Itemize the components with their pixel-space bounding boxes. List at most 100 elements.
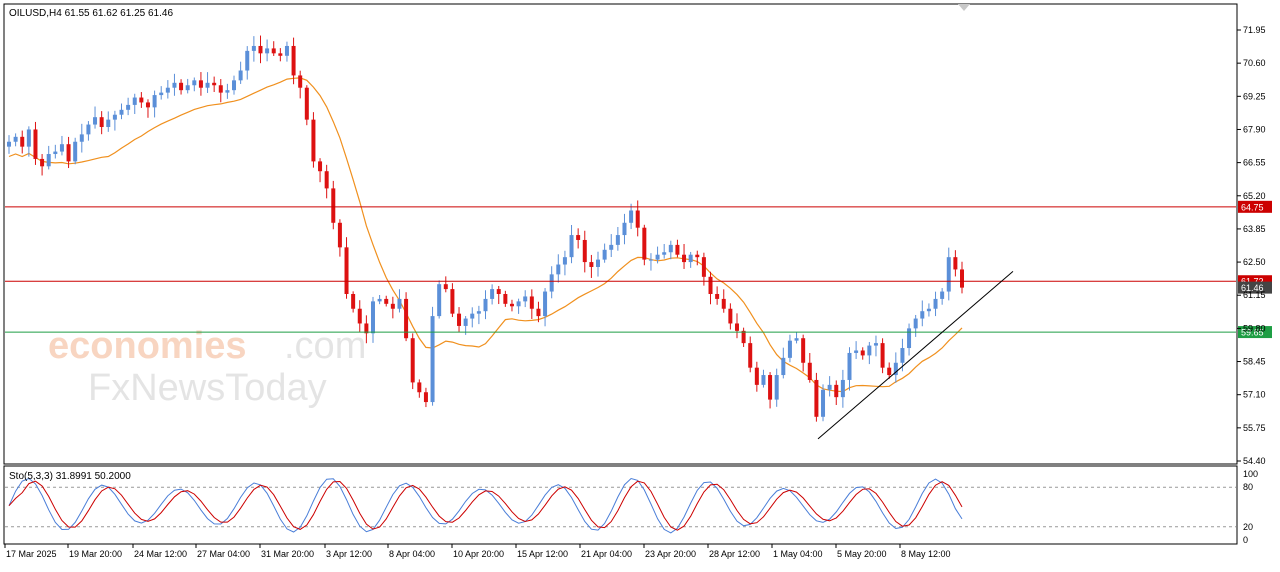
candle-body bbox=[549, 274, 554, 292]
candle-body bbox=[99, 117, 104, 128]
candle-body bbox=[79, 134, 84, 142]
candle-body bbox=[112, 114, 117, 120]
candle-body bbox=[139, 97, 144, 103]
y-tick-label: 62.50 bbox=[1243, 257, 1266, 267]
candle-body bbox=[741, 330, 746, 344]
candle-body bbox=[946, 257, 951, 292]
y-tick-label: 67.90 bbox=[1243, 124, 1266, 134]
candle-body bbox=[801, 338, 806, 363]
price-chart[interactable]: economies .com FxNewsToday 64.7561.7261.… bbox=[0, 0, 1280, 567]
candle-body bbox=[390, 303, 395, 309]
candle-body bbox=[562, 257, 567, 265]
candle-body bbox=[357, 308, 362, 324]
candle-body bbox=[556, 264, 561, 275]
candle-body bbox=[443, 284, 448, 290]
candle-body bbox=[179, 82, 184, 91]
svg-text:FxNewsToday: FxNewsToday bbox=[88, 367, 327, 409]
candle-body bbox=[589, 262, 594, 267]
candle-body bbox=[953, 257, 958, 270]
y-tick-label: 65.20 bbox=[1243, 191, 1266, 201]
symbol-header: OILUSD,H4 61.55 61.62 61.25 61.46 bbox=[9, 8, 173, 19]
candle-body bbox=[337, 222, 342, 248]
candle-body bbox=[529, 296, 534, 309]
candle-body bbox=[622, 222, 627, 236]
candle-body bbox=[483, 298, 488, 312]
x-tick-label: 19 Mar 20:00 bbox=[69, 549, 122, 559]
candle-body bbox=[682, 254, 687, 263]
candle-body bbox=[854, 350, 859, 353]
candle-body bbox=[834, 384, 839, 398]
candle-body bbox=[781, 357, 786, 376]
svg-text:economies: economies bbox=[48, 325, 247, 367]
candle-body bbox=[536, 308, 541, 317]
candle-body bbox=[93, 117, 98, 125]
stochastic-tick-label: 80 bbox=[1243, 482, 1253, 492]
candle-body bbox=[132, 97, 137, 105]
candle-body bbox=[490, 289, 495, 299]
candle-body bbox=[423, 392, 428, 403]
candle-body bbox=[688, 254, 693, 263]
candle-body bbox=[20, 136, 25, 147]
y-tick-label: 59.80 bbox=[1243, 323, 1266, 333]
candle-body bbox=[159, 92, 164, 96]
candle-body bbox=[265, 48, 270, 54]
candle-body bbox=[172, 82, 177, 88]
candle-body bbox=[668, 244, 673, 253]
candle-body bbox=[212, 82, 217, 86]
candle-body bbox=[867, 345, 872, 356]
candle-body bbox=[46, 154, 51, 167]
x-tick-label: 3 Apr 12:00 bbox=[326, 549, 372, 559]
candle-body bbox=[291, 45, 296, 76]
candle-body bbox=[814, 379, 819, 417]
candle-body bbox=[734, 323, 739, 331]
candle-body bbox=[635, 210, 640, 228]
candle-body bbox=[40, 158, 45, 167]
candle-body bbox=[284, 45, 289, 56]
y-tick-label: 57.10 bbox=[1243, 390, 1266, 400]
candle-body bbox=[728, 308, 733, 324]
x-tick-label: 24 Mar 12:00 bbox=[134, 549, 187, 559]
stochastic-tick-label: 0 bbox=[1243, 535, 1248, 545]
candle-body bbox=[913, 318, 918, 329]
candle-body bbox=[662, 252, 667, 255]
candle-body bbox=[887, 367, 892, 376]
candle-body bbox=[106, 119, 111, 128]
candle-body bbox=[768, 375, 773, 400]
candle-body bbox=[470, 313, 475, 319]
stochastic-tick-label: 20 bbox=[1243, 522, 1253, 532]
candle-body bbox=[278, 53, 283, 56]
candle-body bbox=[7, 141, 11, 147]
candle-body bbox=[304, 87, 309, 120]
candle-body bbox=[920, 311, 925, 319]
candle-body bbox=[602, 249, 607, 260]
candle-body bbox=[794, 338, 799, 341]
candle-body bbox=[251, 45, 256, 51]
candle-body bbox=[258, 45, 263, 54]
y-tick-label: 70.60 bbox=[1243, 58, 1266, 68]
candle-body bbox=[232, 80, 237, 91]
candle-body bbox=[410, 338, 415, 383]
candle-body bbox=[53, 151, 58, 155]
candle-body bbox=[126, 104, 131, 110]
svg-text:.com: .com bbox=[284, 325, 366, 367]
candle-body bbox=[821, 389, 826, 417]
x-tick-label: 21 Apr 04:00 bbox=[581, 549, 632, 559]
level-price-label: 64.75 bbox=[1241, 202, 1264, 212]
y-tick-label: 69.25 bbox=[1243, 91, 1266, 101]
candle-body bbox=[675, 244, 680, 255]
x-tick-label: 27 Mar 04:00 bbox=[197, 549, 250, 559]
candle-body bbox=[509, 303, 514, 307]
candle-body bbox=[437, 284, 442, 317]
candle-body bbox=[496, 289, 501, 295]
candle-body bbox=[351, 294, 356, 309]
y-tick-label: 66.55 bbox=[1243, 158, 1266, 168]
y-tick-label: 71.95 bbox=[1243, 25, 1266, 35]
candle-body bbox=[165, 87, 170, 93]
candle-body bbox=[185, 85, 190, 91]
candle-body bbox=[629, 210, 634, 223]
candle-body bbox=[145, 102, 150, 108]
candle-body bbox=[324, 171, 329, 189]
candle-body bbox=[370, 301, 375, 334]
candle-body bbox=[463, 318, 468, 326]
candle-body bbox=[218, 85, 223, 93]
